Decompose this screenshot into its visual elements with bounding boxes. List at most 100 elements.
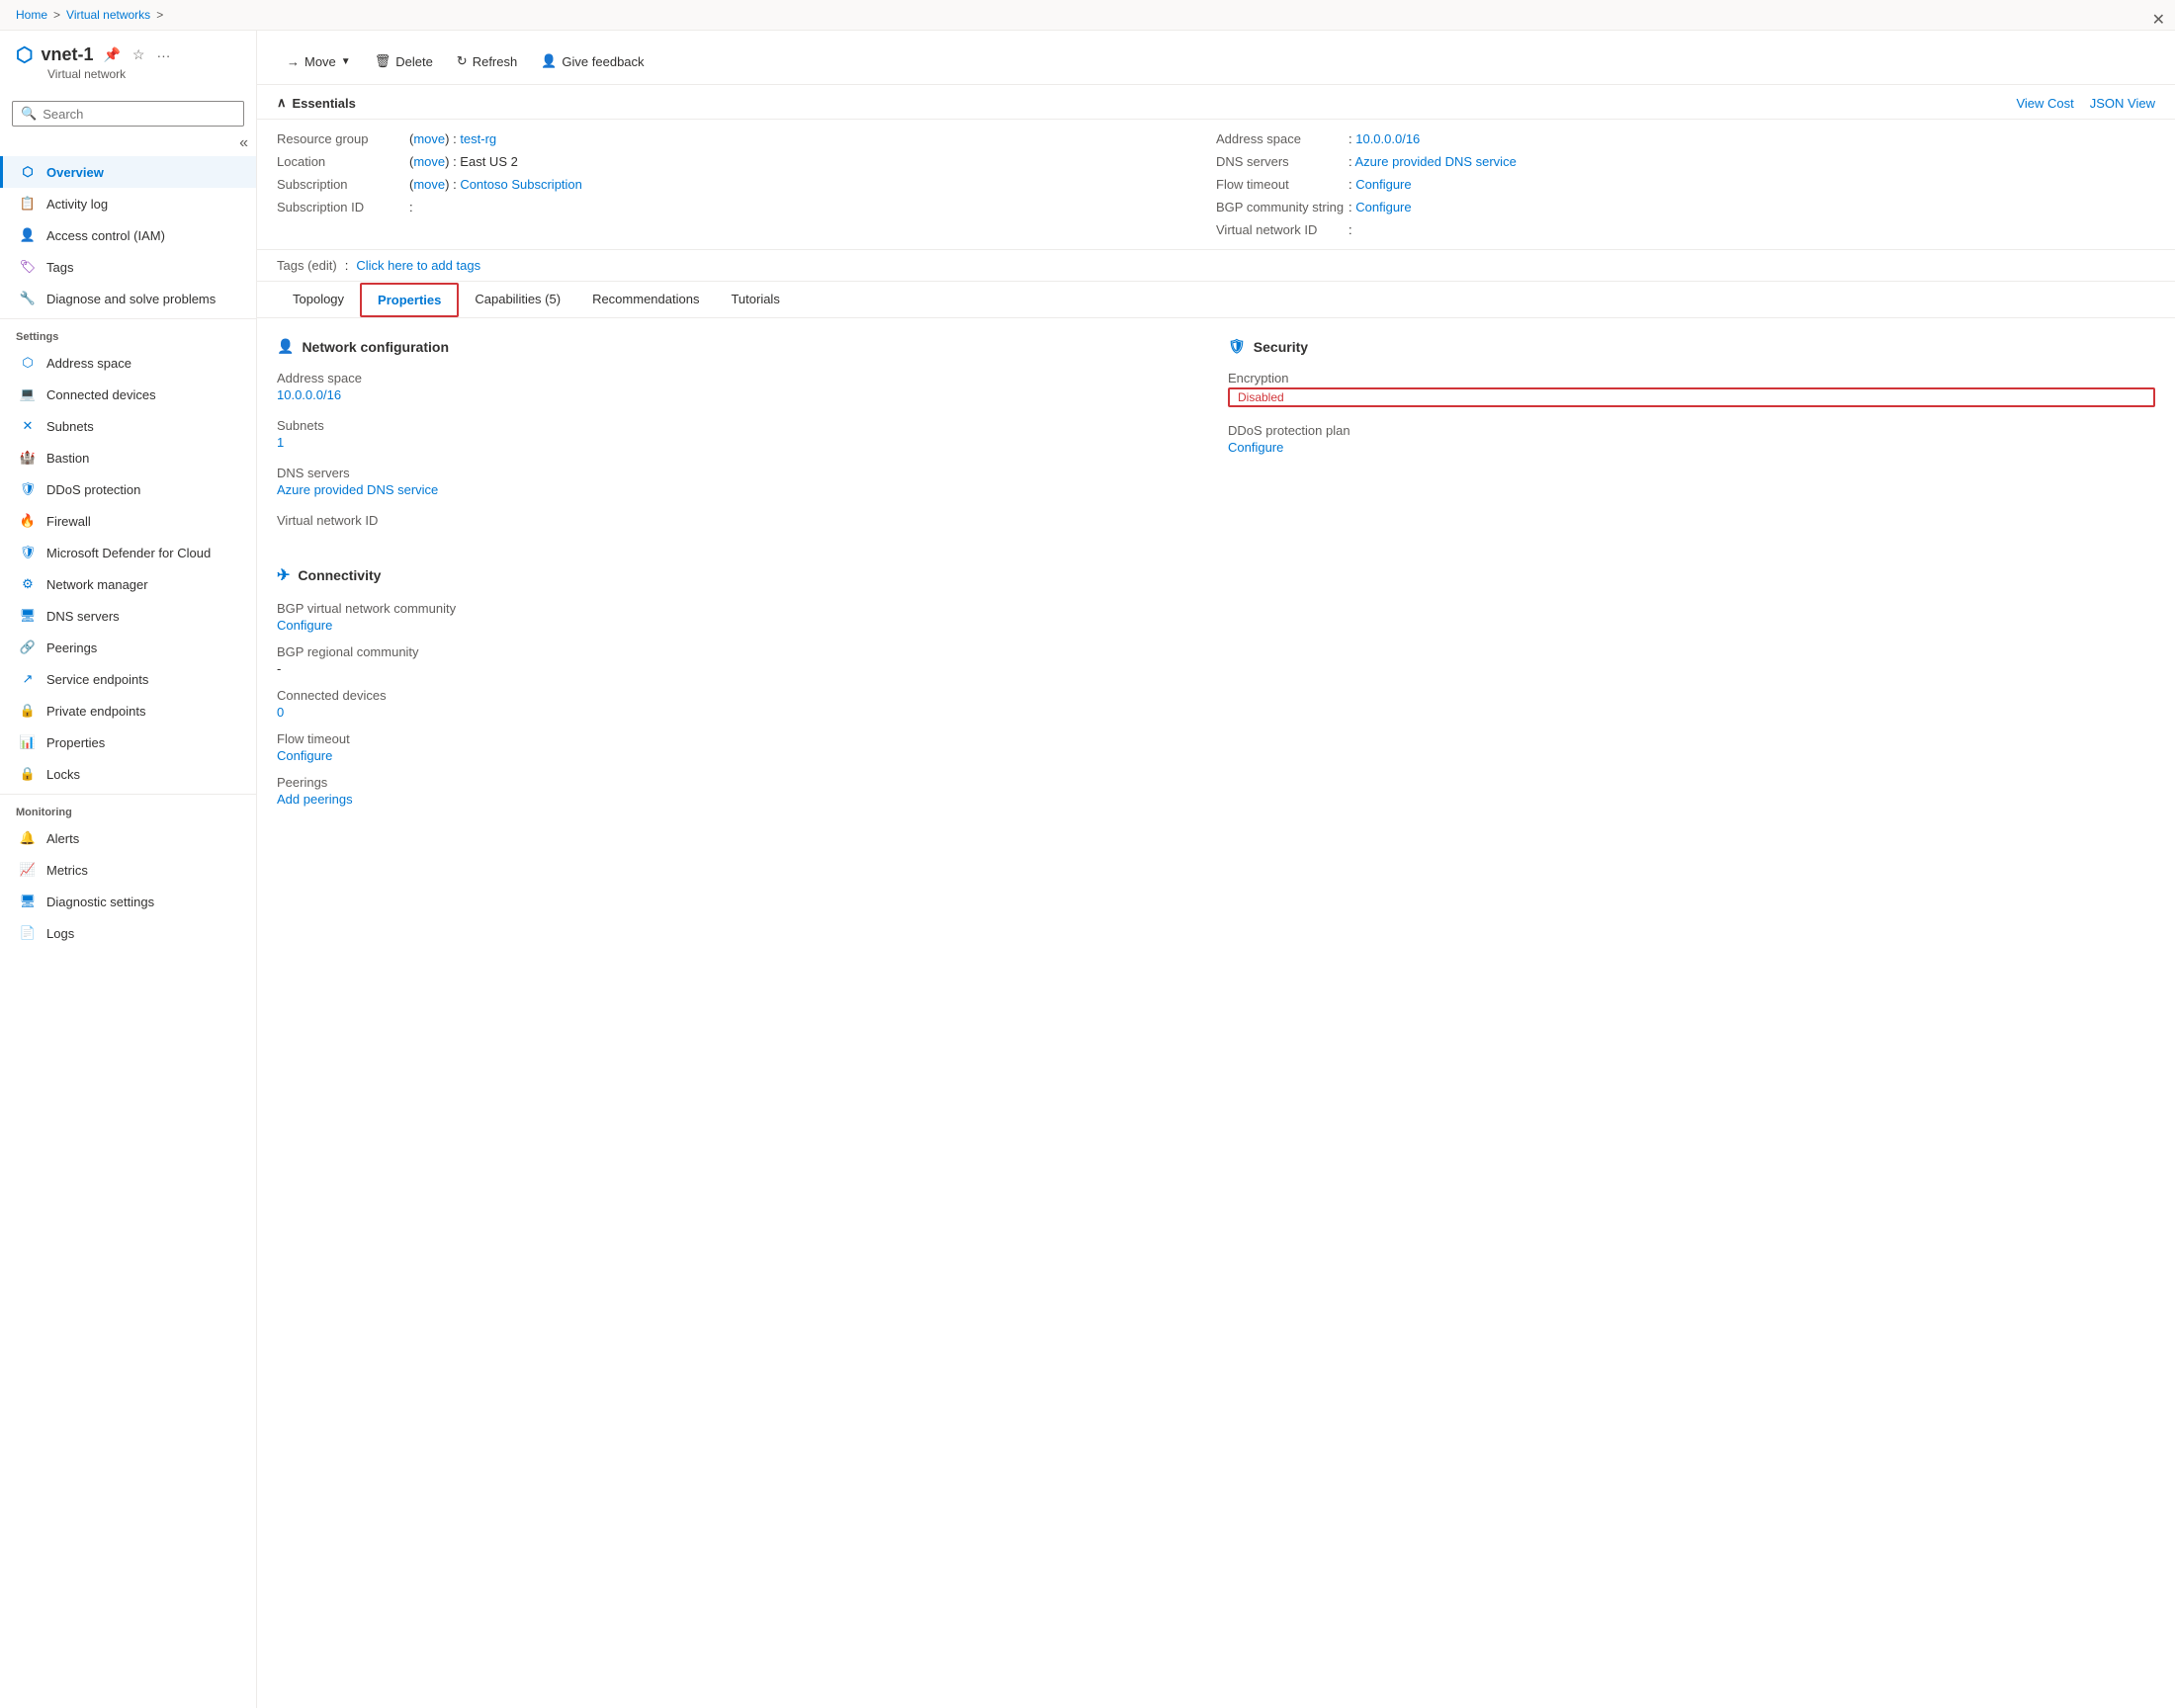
prop-subnets: Subnets 1 — [277, 418, 1204, 450]
collapse-button[interactable]: « — [239, 134, 248, 152]
subnets-prop-value[interactable]: 1 — [277, 435, 1204, 450]
tags-edit-link[interactable]: edit — [311, 258, 332, 273]
bgp-community-value-link[interactable]: Configure — [1355, 200, 1411, 214]
sidebar-item-private-endpoints[interactable]: 🔒 Private endpoints — [0, 695, 256, 726]
move-chevron-icon: ▼ — [341, 56, 351, 67]
search-icon: 🔍 — [21, 106, 37, 122]
view-cost-link[interactable]: View Cost — [2016, 96, 2073, 111]
tab-tutorials[interactable]: Tutorials — [715, 282, 795, 318]
tab-capabilities[interactable]: Capabilities (5) — [459, 282, 576, 318]
address-space-value-link[interactable]: 10.0.0.0/16 — [1355, 131, 1420, 146]
diagnostic-icon: 🖥 — [19, 893, 37, 910]
settings-section-label: Settings — [0, 318, 256, 347]
sidebar-item-iam[interactable]: 👤 Access control (IAM) — [0, 219, 256, 251]
sidebar-item-metrics[interactable]: 📈 Metrics — [0, 854, 256, 886]
breadcrumb-virtual-networks[interactable]: Virtual networks — [66, 8, 150, 22]
flow-timeout-prop-value[interactable]: Configure — [277, 748, 2155, 763]
defender-icon: 🛡 — [19, 544, 37, 561]
properties-icon: 📊 — [19, 733, 37, 751]
subscription-move-link[interactable]: move — [413, 177, 445, 192]
star-icon[interactable]: ☆ — [130, 44, 147, 65]
network-config-section: 👤 Network configuration Address space 10… — [277, 338, 1204, 542]
feedback-button[interactable]: 👤 Give feedback — [531, 48, 653, 74]
resource-group-value[interactable]: test-rg — [460, 131, 496, 146]
location-move-link[interactable]: move — [413, 154, 445, 169]
dns-servers-prop-value[interactable]: Azure provided DNS service — [277, 482, 1204, 497]
sidebar-item-diagnostic-settings[interactable]: 🖥 Diagnostic settings — [0, 886, 256, 917]
sidebar-item-defender[interactable]: 🛡 Microsoft Defender for Cloud — [0, 537, 256, 568]
prop-flow-timeout: Flow timeout Configure — [277, 731, 2155, 763]
prop-ddos: DDoS protection plan Configure — [1228, 423, 2155, 455]
sidebar-item-bastion[interactable]: 🏰 Bastion — [0, 442, 256, 473]
search-container: 🔍 — [0, 97, 256, 134]
move-button[interactable]: → Move ▼ — [277, 49, 361, 74]
sidebar-item-tags[interactable]: 🏷 Tags — [0, 251, 256, 283]
sidebar-item-connected-devices[interactable]: 💻 Connected devices — [0, 379, 256, 410]
bgp-community-prop-value[interactable]: Configure — [277, 618, 2155, 633]
subscription-value[interactable]: Contoso Subscription — [460, 177, 582, 192]
encryption-value-badge: Disabled — [1228, 387, 2155, 407]
ddos-prop-value[interactable]: Configure — [1228, 440, 2155, 455]
security-section: 🛡 Security Encryption Disabled DDoS prot… — [1228, 338, 2155, 542]
sidebar-item-peerings[interactable]: 🔗 Peerings — [0, 632, 256, 663]
pin-icon[interactable]: 📌 — [101, 44, 122, 65]
sidebar-item-subnets[interactable]: ✕ Subnets — [0, 410, 256, 442]
breadcrumb-sep2: > — [156, 8, 163, 22]
sidebar-item-locks[interactable]: 🔒 Locks — [0, 758, 256, 790]
prop-address-space: Address space 10.0.0.0/16 — [277, 371, 1204, 402]
json-view-link[interactable]: JSON View — [2090, 96, 2155, 111]
sidebar-item-overview[interactable]: ⬡ Overview — [0, 156, 256, 188]
delete-button[interactable]: 🗑 Delete — [365, 48, 443, 74]
diagnose-icon: 🔧 — [19, 290, 37, 307]
refresh-icon: ↻ — [457, 53, 468, 69]
tab-topology[interactable]: Topology — [277, 282, 360, 318]
essentials-location: Location (move) : East US 2 — [277, 154, 1216, 169]
monitoring-section-label: Monitoring — [0, 794, 256, 822]
sidebar-item-dns-servers[interactable]: 🖥 DNS servers — [0, 600, 256, 632]
tab-properties[interactable]: Properties — [360, 283, 459, 317]
breadcrumb-home[interactable]: Home — [16, 8, 47, 22]
essentials-subscription-id: Subscription ID : — [277, 200, 1216, 214]
breadcrumb-sep1: > — [53, 8, 60, 22]
essentials-collapse-icon[interactable]: ∧ — [277, 95, 287, 111]
service-endpoints-icon: ↗ — [19, 670, 37, 688]
refresh-button[interactable]: ↻ Refresh — [447, 48, 527, 74]
connected-devices-prop-value[interactable]: 0 — [277, 705, 2155, 720]
peerings-prop-value[interactable]: Add peerings — [277, 792, 2155, 807]
tab-recommendations[interactable]: Recommendations — [576, 282, 715, 318]
address-space-prop-value[interactable]: 10.0.0.0/16 — [277, 387, 1204, 402]
tabs-bar: Topology Properties Capabilities (5) Rec… — [257, 282, 2175, 318]
prop-bgp-regional: BGP regional community - — [277, 644, 2155, 676]
prop-bgp-community: BGP virtual network community Configure — [277, 601, 2155, 633]
sidebar-item-activity-log[interactable]: 📋 Activity log — [0, 188, 256, 219]
ddos-icon: 🛡 — [19, 480, 37, 498]
flow-timeout-value-link[interactable]: Configure — [1355, 177, 1411, 192]
dns-servers-value-link[interactable]: Azure provided DNS service — [1355, 154, 1517, 169]
sidebar-item-address-space[interactable]: ⬡ Address space — [0, 347, 256, 379]
sidebar-item-service-endpoints[interactable]: ↗ Service endpoints — [0, 663, 256, 695]
toolbar: → Move ▼ 🗑 Delete ↻ Refresh 👤 Give feedb… — [257, 39, 2175, 85]
overview-icon: ⬡ — [19, 163, 37, 181]
network-manager-icon: ⚙ — [19, 575, 37, 593]
tags-icon: 🏷 — [19, 258, 37, 276]
connected-devices-icon: 💻 — [19, 385, 37, 403]
search-input[interactable] — [43, 107, 235, 122]
sidebar-item-alerts[interactable]: 🔔 Alerts — [0, 822, 256, 854]
network-config-header: 👤 Network configuration — [277, 338, 1204, 355]
resource-type: Virtual network — [16, 67, 240, 81]
tags-label: Tags (edit) — [277, 258, 337, 273]
more-icon[interactable]: ··· — [154, 45, 172, 65]
sidebar-item-logs[interactable]: 📄 Logs — [0, 917, 256, 949]
prop-peerings: Peerings Add peerings — [277, 775, 2155, 807]
sidebar-item-diagnose[interactable]: 🔧 Diagnose and solve problems — [0, 283, 256, 314]
resource-group-move-link[interactable]: move — [413, 131, 445, 146]
sidebar-item-firewall[interactable]: 🔥 Firewall — [0, 505, 256, 537]
prop-encryption: Encryption Disabled — [1228, 371, 2155, 407]
sidebar-item-ddos[interactable]: 🛡 DDoS protection — [0, 473, 256, 505]
resource-name: ⬡ vnet-1 📌 ☆ ··· — [16, 43, 240, 67]
tags-add-link[interactable]: Click here to add tags — [356, 258, 480, 273]
dns-icon: 🖥 — [19, 607, 37, 625]
connectivity-icon: ✈ — [277, 565, 290, 585]
sidebar-item-properties[interactable]: 📊 Properties — [0, 726, 256, 758]
sidebar-item-network-manager[interactable]: ⚙ Network manager — [0, 568, 256, 600]
